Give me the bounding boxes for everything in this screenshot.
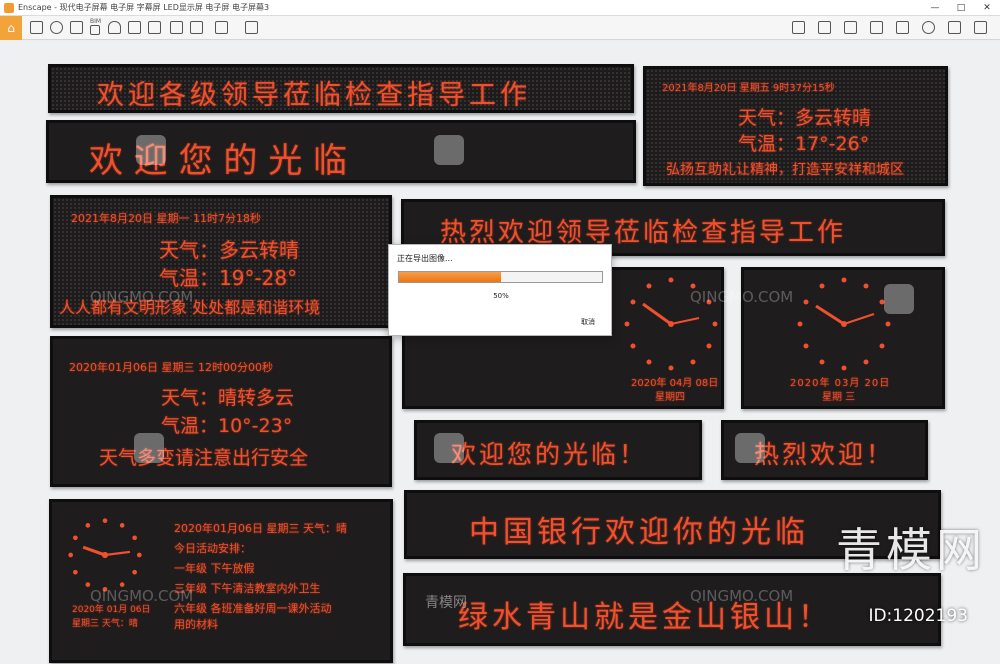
bim-label: BIM [90,18,102,25]
main-toolbar: ⌂ BIM [0,16,1000,40]
image-icon[interactable] [128,21,141,34]
panorama-icon[interactable] [170,21,183,34]
export-progress-dialog: 正在导出图像... 50% 取消 [388,244,612,336]
window-controls: — □ ✕ [922,0,1000,16]
settings-icon[interactable] [818,21,831,34]
led-slogan: 弘扬互助礼让精神，打造平安祥和城区 [666,162,904,178]
help-icon[interactable] [922,21,935,34]
led-weather: 天气：晴转多云 [161,387,295,409]
schedule-header: 2020年01月06日 星期三 天气：晴 [174,522,347,535]
materials-icon[interactable] [870,21,883,34]
led-panel-welcome-leaders: 欢迎各级领导莅临检查指导工作 [48,64,634,113]
feedback-icon[interactable] [948,21,961,34]
schedule-line: 用的材料 [174,618,218,631]
enscape-window: Enscape - 现代电子屏幕 电子屏 字幕屏 LED显示屏 电子屏 电子屏幕… [0,0,1000,664]
schedule-line: 今日活动安排： [174,542,251,555]
house-icon[interactable] [108,21,121,34]
sun-icon[interactable] [50,21,63,34]
clock-day: 星期四 [655,392,685,403]
render-viewport[interactable]: 欢迎各级领导莅临检查指导工作 欢 迎 您 的 光 临 2021年8月20日 星期… [0,41,1000,664]
enscape-app-icon [4,2,14,13]
maximize-button[interactable]: □ [948,0,974,16]
led-panel-weather-3: 2020年01月06日 星期三 12时00分00秒 天气：晴转多云 气温：10°… [50,336,392,487]
schedule-line: 三年级 下午清洁教室内外卫生 [174,582,321,595]
assets-icon[interactable] [844,21,857,34]
collaboration-icon[interactable] [896,21,909,34]
save-icon[interactable] [70,21,83,34]
led-panel-weather-2: 2021年8月20日 星期一 11时7分18秒 天气：多云转晴 气温：19°-2… [50,195,392,328]
home-icon: ⌂ [7,21,15,35]
analog-clock [68,518,142,592]
watermark-logo-icon [434,135,464,165]
video-icon[interactable] [148,21,161,34]
led-temperature: 气温：17°-26° [738,133,870,155]
dialog-title: 正在导出图像... [397,254,453,263]
web-export-icon[interactable] [215,21,228,34]
minimize-button[interactable]: — [922,0,948,16]
watermark-text: QINGMO.COM [690,288,794,306]
clock-day: 星期三 天气：晴 [72,619,138,629]
window-title: Enscape - 现代电子屏幕 电子屏 字幕屏 LED显示屏 电子屏 电子屏幕… [18,3,270,12]
led-slogan: 天气多变请注意出行安全 [99,447,309,469]
bim-icon[interactable] [90,25,100,35]
led-text: 中国银行欢迎你的光临 [469,515,809,550]
close-button[interactable]: ✕ [974,0,1000,16]
clock-date: 2020年 03月 20日 [790,378,891,389]
clock-date: 2020年 04月 08日 [631,378,719,389]
cancel-button[interactable]: 取消 [581,317,595,327]
clock-day: 星期 三 [822,392,856,403]
watermark-logo-icon [735,433,765,463]
led-datetime: 2021年8月20日 星期五 9时37分15秒 [662,83,835,94]
watermark-text: QINGMO.COM [690,587,794,605]
led-weather: 天气：多云转晴 [738,107,872,129]
schedule-line: 六年级 各班准备好周一课外活动 [174,602,332,615]
led-text: 欢迎各级领导莅临检查指导工作 [97,80,531,111]
title-bar: Enscape - 现代电子屏幕 电子屏 字幕屏 LED显示屏 电子屏 电子屏幕… [0,0,1000,16]
progress-percent: 50% [493,292,509,300]
progress-fill [399,272,501,282]
led-temperature: 气温：10°-23° [161,415,293,437]
brand-watermark: 青模网 [836,523,986,577]
watermark-logo-icon [434,433,464,463]
cube-icon[interactable] [30,21,43,34]
watermark-text: 青模网 [425,595,467,611]
led-panel-welcome-you: 欢 迎 您 的 光 临 [46,120,636,183]
led-panel-green-mountains: 绿水青山就是金山银山！ [403,573,941,646]
led-panel-weather-1: 2021年8月20日 星期五 9时37分15秒 天气：多云转晴 气温：17°-2… [643,66,948,186]
led-panel-school-schedule: 2020年 01月 06日 星期三 天气：晴 2020年01月06日 星期三 天… [49,499,393,663]
views-icon[interactable] [792,21,805,34]
watermark-logo-icon [134,433,164,463]
led-text: 热烈欢迎！ [754,440,895,469]
led-temperature: 气温：19°-28° [159,266,298,290]
led-datetime: 2021年8月20日 星期一 11时7分18秒 [71,212,261,225]
export-icon[interactable] [245,21,258,34]
watermark-logo-icon [136,135,166,165]
watermark-text: QINGMO.COM [90,587,194,605]
schedule-line: 一年级 下午放假 [174,562,255,575]
batch-render-icon[interactable] [190,21,203,34]
led-text: 欢 迎 您 的 光 临 [89,141,348,181]
image-id-watermark: ID:1202193 [868,606,968,626]
led-text: 欢迎您的光临！ [451,440,648,469]
led-weather: 天气：多云转晴 [159,238,299,262]
home-button[interactable]: ⌂ [0,16,22,40]
fullscreen-icon[interactable] [974,21,987,34]
watermark-logo-icon [884,284,914,314]
analog-clock [797,277,891,371]
led-datetime: 2020年01月06日 星期三 12时00分00秒 [69,361,273,374]
watermark-text: QINGMO.COM [90,288,194,306]
progress-bar [398,271,603,283]
